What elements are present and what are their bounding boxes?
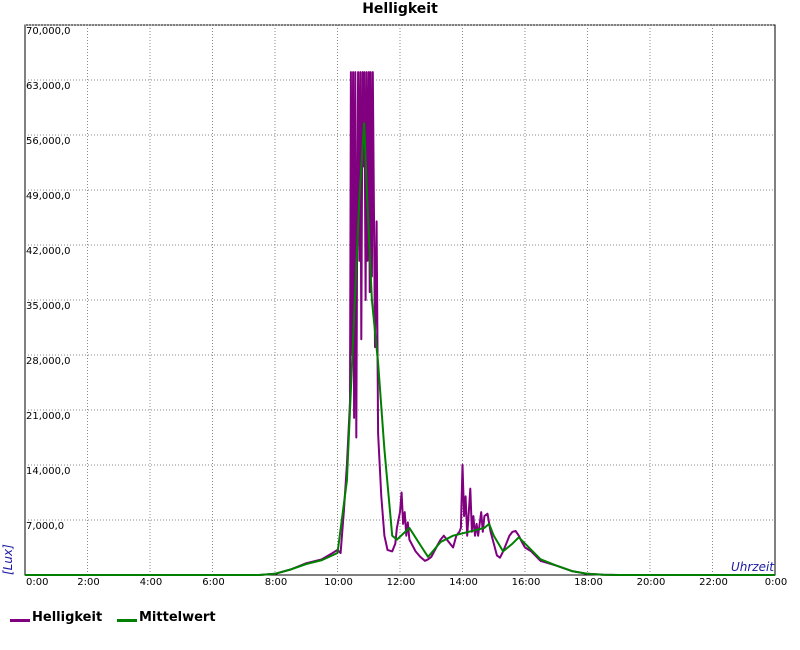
- x-tick-label: 0:00: [26, 577, 48, 588]
- legend-swatch-helligkeit: [10, 618, 30, 622]
- legend-swatch-mittelwert: [117, 618, 137, 622]
- x-tick-label: 6:00: [202, 577, 224, 588]
- x-tick-label: 4:00: [140, 577, 162, 588]
- x-tick-label: 8:00: [265, 577, 287, 588]
- x-tick-label: 20:00: [637, 577, 666, 588]
- y-tick-label: 42,000,0: [26, 246, 71, 257]
- y-tick-label: 56,000,0: [26, 136, 71, 147]
- y-axis-label: [Lux]: [1, 544, 15, 575]
- legend-item-mittelwert: Mittelwert: [117, 608, 216, 626]
- y-tick-label: 70,000,0: [26, 26, 71, 37]
- y-tick-label: 21,000,0: [26, 411, 71, 422]
- x-tick-label: 2:00: [77, 577, 99, 588]
- x-tick-label: 0:00: [765, 577, 787, 588]
- legend-label-helligkeit: Helligkeit: [32, 609, 103, 625]
- x-tick-label: 22:00: [699, 577, 728, 588]
- x-tick-label: 16:00: [512, 577, 541, 588]
- y-tick-label: 28,000,0: [26, 356, 71, 367]
- y-tick-label: 63,000,0: [26, 81, 71, 92]
- y-tick-label: 14,000,0: [26, 466, 71, 477]
- x-axis-label: Uhrzeit: [731, 560, 775, 574]
- x-tick-label: 14:00: [449, 577, 478, 588]
- y-tick-label: 7,000,0: [26, 521, 64, 532]
- x-tick-label: 10:00: [324, 577, 353, 588]
- legend-label-mittelwert: Mittelwert: [139, 609, 216, 625]
- y-tick-label: 49,000,0: [26, 191, 71, 202]
- y-tick-label: 35,000,0: [26, 301, 71, 312]
- x-tick-label: 18:00: [574, 577, 603, 588]
- x-tick-label: 12:00: [387, 577, 416, 588]
- plot-area: 0:00 2:00 4:00 6:00 8:00 10:00 12:00 14:00 16:00…: [1, 24, 787, 588]
- legend-item-helligkeit: Helligkeit: [10, 608, 102, 626]
